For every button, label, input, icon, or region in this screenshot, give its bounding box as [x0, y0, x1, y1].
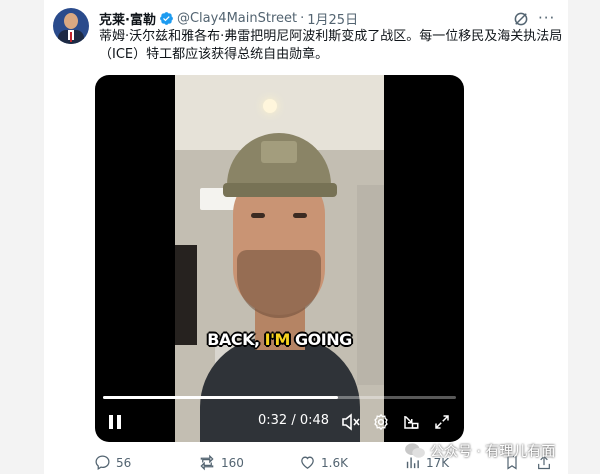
tweet-date[interactable]: 1月25日 [307, 9, 358, 28]
fullscreen-icon[interactable] [431, 411, 453, 433]
reply-button[interactable]: 56 [94, 454, 131, 471]
header-separator: · [300, 10, 305, 26]
caption-prefix: BACK, [207, 330, 265, 349]
author-avatar[interactable] [53, 8, 89, 44]
author-name[interactable]: 克莱·富勒 [99, 9, 156, 28]
time-separator: / [291, 413, 296, 428]
video-caption: BACK, I'M GOING [95, 330, 464, 349]
volume-muted-icon[interactable] [340, 411, 362, 433]
video-door [357, 185, 384, 385]
watermark: 公众号 · 有理儿有面 [404, 441, 555, 461]
author-handle[interactable]: @Clay4MainStreet [177, 11, 297, 26]
verified-badge-icon [160, 11, 173, 25]
video-person-eye-right [293, 213, 307, 218]
avatar-tie [70, 32, 72, 42]
repost-button[interactable]: 160 [198, 454, 244, 471]
tweet-text: 蒂姆·沃尔兹和雅各布·弗雷把明尼阿波利斯变成了战区。每一位移民及海关执法局（IC… [99, 29, 563, 62]
pause-icon[interactable] [105, 411, 125, 433]
video-progress-bar[interactable] [103, 396, 456, 399]
caption-highlight: I'M [264, 330, 291, 349]
wechat-icon [405, 443, 425, 458]
repost-count: 160 [221, 455, 244, 470]
video-ceiling-light [263, 99, 277, 113]
video-time: 0:32 / 0:48 [258, 413, 329, 428]
like-button[interactable]: 1.6K [299, 454, 348, 471]
tweet-header: 克莱·富勒 @Clay4MainStreet · 1月25日 [99, 8, 358, 28]
duration: 0:48 [299, 413, 330, 428]
video-player[interactable]: BACK, I'M GOING 0:32 / 0:48 [95, 75, 464, 442]
repost-icon [200, 454, 214, 471]
reply-icon [95, 455, 110, 471]
video-progress-fill [103, 396, 339, 399]
caption-suffix: GOING [289, 330, 352, 349]
reply-count: 56 [116, 455, 132, 470]
settings-icon[interactable] [370, 411, 392, 433]
video-frame [175, 75, 384, 442]
pip-icon[interactable] [400, 411, 422, 433]
grok-icon[interactable] [512, 10, 530, 28]
tweet-card: 克莱·富勒 @Clay4MainStreet · 1月25日 ··· 蒂姆·沃尔… [44, 0, 568, 474]
more-icon[interactable]: ··· [538, 9, 555, 27]
heart-icon [301, 456, 314, 469]
avatar-face [64, 13, 78, 29]
watermark-text: 公众号 · 有理儿有面 [430, 444, 556, 460]
video-person-cap-brim [223, 183, 337, 197]
current-time: 0:32 [258, 413, 288, 428]
video-cap-patch [261, 141, 297, 163]
like-count: 1.6K [321, 455, 348, 470]
video-person-eye-left [251, 213, 265, 218]
